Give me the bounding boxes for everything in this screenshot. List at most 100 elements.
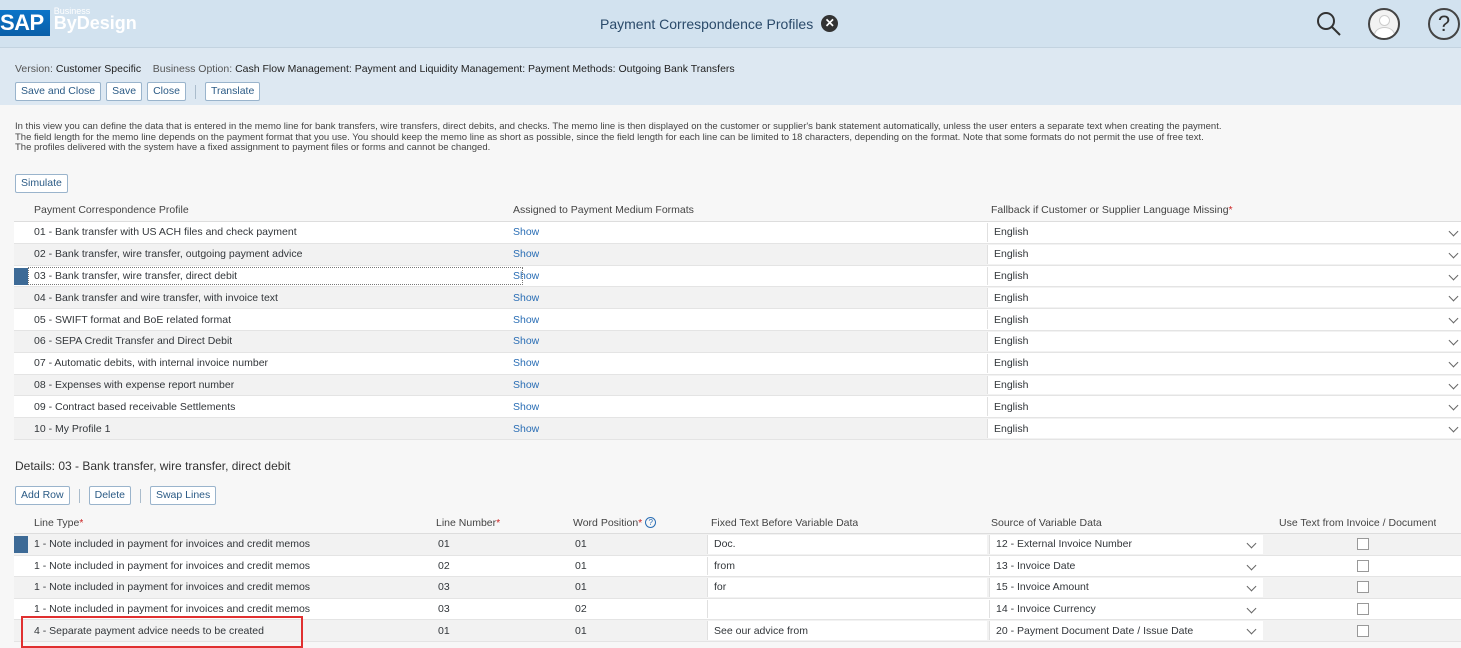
header-line-number: Line Number * bbox=[436, 512, 500, 533]
table-row[interactable]: 1 - Note included in payment for invoice… bbox=[14, 534, 1461, 556]
source-dropdown[interactable]: 13 - Invoice Date bbox=[989, 556, 1263, 576]
close-button[interactable]: Close bbox=[147, 82, 186, 101]
chevron-down-icon bbox=[1448, 422, 1459, 433]
close-window-icon[interactable]: ✕ bbox=[821, 15, 839, 32]
use-text-checkbox[interactable] bbox=[1357, 603, 1369, 616]
save-button[interactable]: Save bbox=[106, 82, 143, 101]
show-link[interactable]: Show bbox=[513, 222, 539, 243]
show-link[interactable]: Show bbox=[513, 287, 539, 308]
use-text-checkbox[interactable] bbox=[1357, 538, 1369, 551]
fallback-language-dropdown[interactable]: English bbox=[987, 266, 1461, 286]
profile-cell: 10 - My Profile 1 bbox=[34, 422, 111, 435]
source-value: 12 - External Invoice Number bbox=[996, 538, 1132, 551]
line-type-cell: 1 - Note included in payment for invoice… bbox=[34, 581, 311, 594]
show-link[interactable]: Show bbox=[513, 266, 539, 287]
fallback-language-dropdown[interactable]: English bbox=[987, 419, 1461, 438]
table-row[interactable]: 04 - Bank transfer and wire transfer, wi… bbox=[14, 287, 1461, 310]
details-title: Details: 03 - Bank transfer, wire transf… bbox=[15, 459, 291, 473]
chevron-down-icon bbox=[1448, 270, 1459, 281]
table-row[interactable]: 09 - Contract based receivable Settlemen… bbox=[14, 396, 1461, 419]
table-row[interactable]: 1 - Note included in payment for invoice… bbox=[14, 555, 1461, 578]
line-number-cell[interactable]: 03 bbox=[438, 599, 450, 620]
toolbar-separator bbox=[194, 84, 196, 99]
add-row-button[interactable]: Add Row bbox=[15, 486, 70, 505]
chevron-down-icon bbox=[1448, 335, 1459, 346]
details-toolbar: Add Row Delete Swap Lines bbox=[15, 486, 217, 505]
use-text-checkbox[interactable] bbox=[1357, 581, 1369, 594]
info-text: In this view you can define the data tha… bbox=[15, 121, 1455, 154]
table-row[interactable]: 01 - Bank transfer with US ACH files and… bbox=[14, 222, 1461, 244]
source-dropdown[interactable]: 20 - Payment Document Date / Issue Date bbox=[989, 621, 1263, 640]
use-text-checkbox[interactable] bbox=[1357, 559, 1369, 572]
header-word-position-label: Word Position bbox=[573, 516, 639, 529]
fallback-language-dropdown[interactable]: English bbox=[987, 397, 1461, 417]
show-link[interactable]: Show bbox=[513, 396, 539, 417]
word-position-cell[interactable]: 01 bbox=[575, 577, 587, 598]
fallback-language-dropdown[interactable]: English bbox=[987, 353, 1461, 373]
word-position-cell[interactable]: 01 bbox=[575, 534, 587, 555]
show-link[interactable]: Show bbox=[513, 353, 539, 374]
table-row[interactable]: 03 - Bank transfer, wire transfer, direc… bbox=[14, 265, 1461, 288]
source-dropdown[interactable]: 12 - External Invoice Number bbox=[989, 535, 1263, 554]
fallback-language-dropdown[interactable]: English bbox=[987, 244, 1461, 264]
line-number-cell[interactable]: 01 bbox=[438, 620, 450, 641]
sap-logo[interactable]: SAP Business ByDesign bbox=[0, 6, 137, 36]
main-toolbar: Save and Close Save Close Translate bbox=[15, 82, 261, 101]
translate-button[interactable]: Translate bbox=[204, 82, 261, 101]
source-dropdown[interactable]: 15 - Invoice Amount bbox=[989, 578, 1263, 597]
source-value: 20 - Payment Document Date / Issue Date bbox=[996, 624, 1194, 637]
search-icon[interactable] bbox=[1314, 9, 1344, 39]
table-row[interactable]: 10 - My Profile 1 Show English bbox=[14, 418, 1461, 440]
help-icon[interactable]: ? bbox=[1428, 8, 1460, 40]
show-link[interactable]: Show bbox=[513, 244, 539, 265]
delete-button[interactable]: Delete bbox=[88, 486, 131, 505]
row-selection-marker[interactable] bbox=[14, 267, 28, 285]
fallback-language-value: English bbox=[994, 400, 1029, 413]
fixed-text-input[interactable]: for bbox=[707, 578, 987, 597]
table-row[interactable]: 06 - SEPA Credit Transfer and Direct Deb… bbox=[14, 330, 1461, 353]
row-selection-marker[interactable] bbox=[14, 536, 28, 553]
required-mark: * bbox=[496, 516, 501, 529]
logo-bydesign-text: ByDesign bbox=[53, 13, 137, 33]
word-position-cell[interactable]: 01 bbox=[575, 620, 587, 641]
simulate-button[interactable]: Simulate bbox=[15, 174, 68, 193]
show-link[interactable]: Show bbox=[513, 331, 539, 352]
profiles-toolbar: Simulate bbox=[15, 174, 68, 193]
chevron-down-icon bbox=[1246, 560, 1257, 571]
table-row[interactable]: 02 - Bank transfer, wire transfer, outgo… bbox=[14, 243, 1461, 266]
table-row[interactable]: 07 - Automatic debits, with internal inv… bbox=[14, 352, 1461, 375]
chevron-down-icon bbox=[1448, 313, 1459, 324]
source-dropdown[interactable]: 14 - Invoice Currency bbox=[989, 599, 1263, 619]
fixed-text-input[interactable]: Doc. bbox=[707, 535, 987, 554]
fallback-language-dropdown[interactable]: English bbox=[987, 310, 1461, 329]
table-row[interactable]: 1 - Note included in payment for invoice… bbox=[14, 577, 1461, 599]
use-text-checkbox-cell bbox=[1357, 556, 1369, 577]
fixed-text-input[interactable]: See our advice from bbox=[707, 621, 987, 640]
user-avatar-icon[interactable] bbox=[1368, 8, 1400, 40]
fixed-text-input[interactable]: from bbox=[707, 556, 987, 576]
word-position-cell[interactable]: 01 bbox=[575, 556, 587, 577]
swap-lines-button[interactable]: Swap Lines bbox=[149, 486, 217, 505]
table-row[interactable]: 05 - SWIFT format and BoE related format… bbox=[14, 309, 1461, 331]
fallback-language-dropdown[interactable]: English bbox=[987, 375, 1461, 395]
show-link[interactable]: Show bbox=[513, 375, 539, 396]
line-number-cell[interactable]: 03 bbox=[438, 577, 450, 598]
fixed-text-input[interactable] bbox=[707, 599, 987, 619]
help-icon[interactable]: ? bbox=[645, 517, 657, 528]
source-value: 15 - Invoice Amount bbox=[996, 581, 1089, 594]
line-number-cell[interactable]: 01 bbox=[438, 534, 450, 555]
header-line-type-label: Line Type bbox=[34, 516, 80, 529]
save-and-close-button[interactable]: Save and Close bbox=[15, 82, 102, 101]
show-link[interactable]: Show bbox=[513, 309, 539, 330]
word-position-cell[interactable]: 02 bbox=[575, 599, 587, 620]
fallback-language-dropdown[interactable]: English bbox=[987, 288, 1461, 308]
line-number-cell[interactable]: 02 bbox=[438, 556, 450, 577]
fallback-language-dropdown[interactable]: English bbox=[987, 223, 1461, 242]
details-table-header: Line Type * Line Number * Word Position *? … bbox=[14, 512, 1461, 534]
show-link[interactable]: Show bbox=[513, 418, 539, 439]
table-row[interactable]: 08 - Expenses with expense report number… bbox=[14, 374, 1461, 397]
use-text-checkbox[interactable] bbox=[1357, 624, 1369, 637]
avatar-head bbox=[1379, 15, 1390, 26]
fixed-text-value: See our advice from bbox=[714, 624, 808, 637]
fallback-language-dropdown[interactable]: English bbox=[987, 331, 1461, 351]
